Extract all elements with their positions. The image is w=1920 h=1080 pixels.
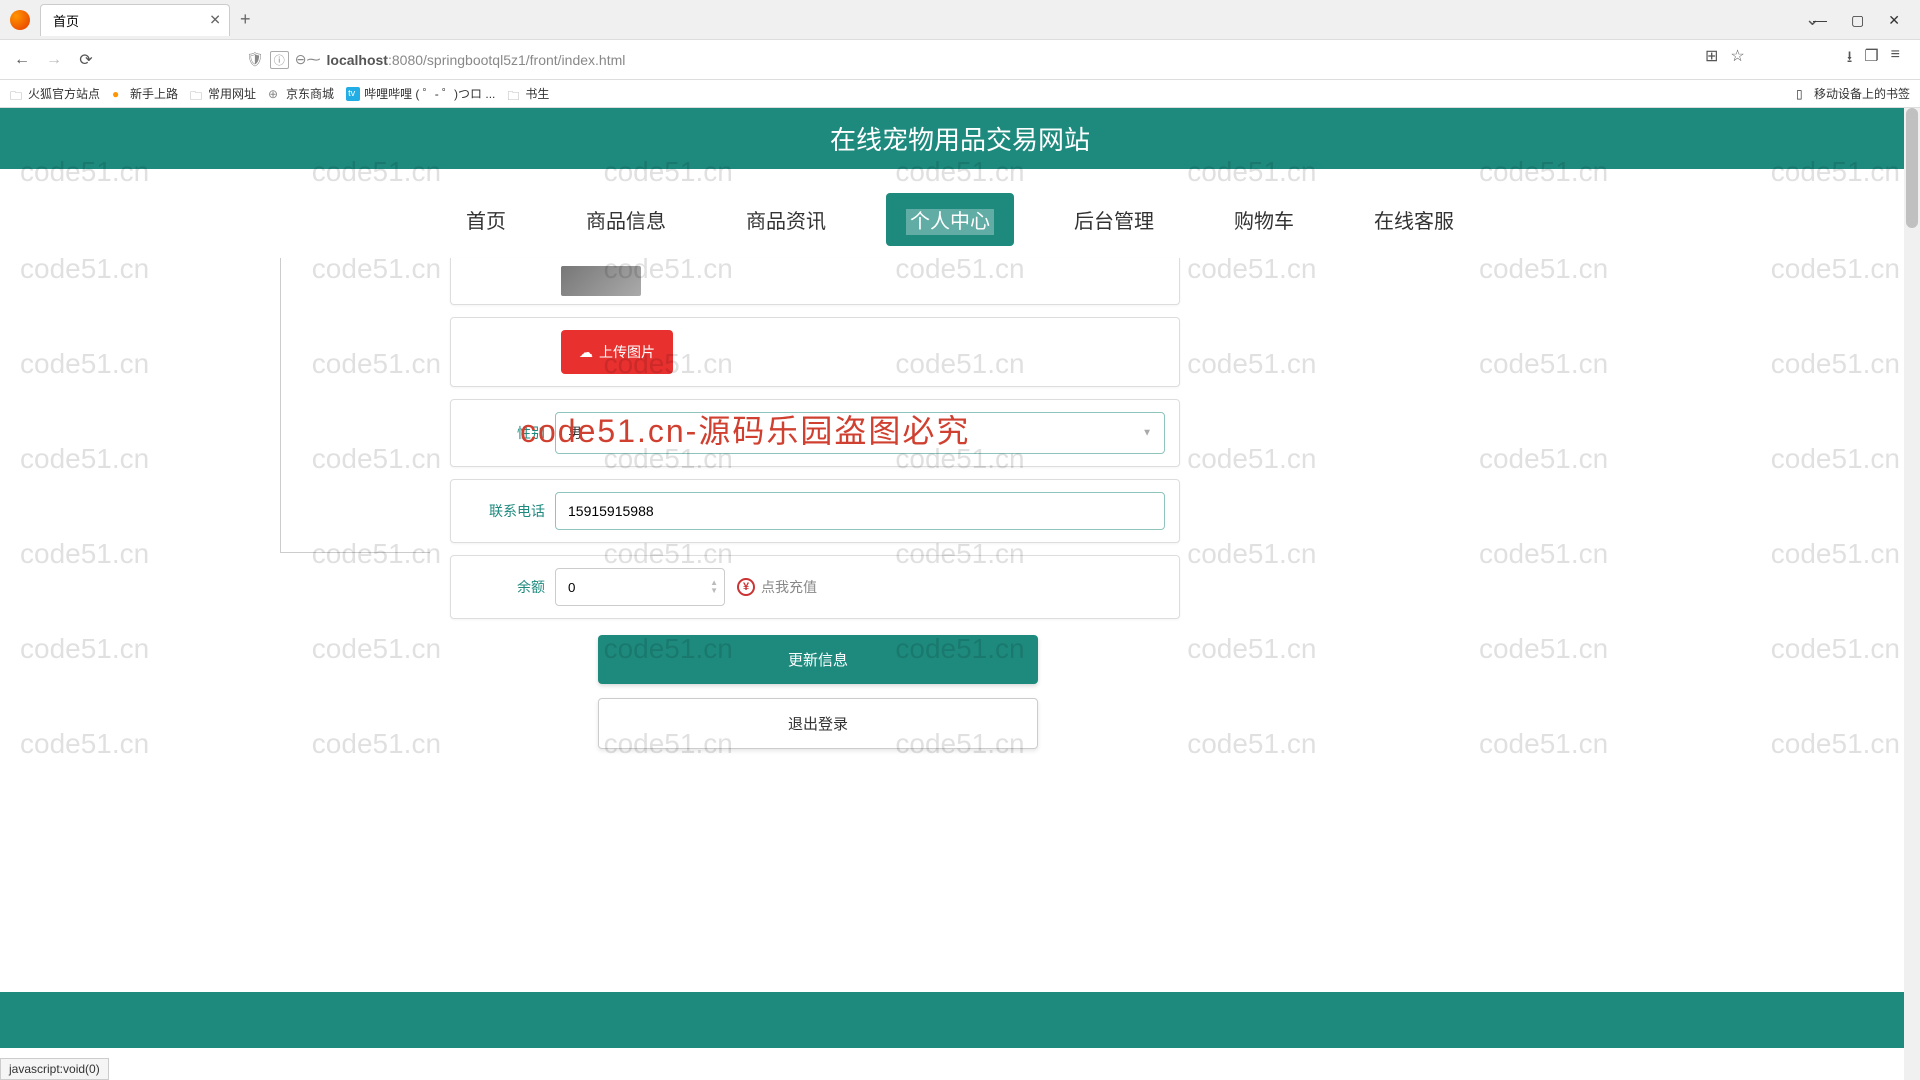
watermark-row: code51.cncode51.cncode51.cncode51.cncode…	[0, 348, 1920, 380]
site-title: 在线宠物用品交易网站	[830, 125, 1090, 155]
yen-icon: ¥	[737, 578, 755, 596]
watermark-row: code51.cncode51.cncode51.cncode51.cncode…	[0, 253, 1920, 285]
bookmark-item[interactable]: ⊕京东商城	[268, 85, 334, 102]
firefox-icon	[10, 10, 30, 30]
url-path: /springbootql5z1/front/index.html	[423, 52, 625, 68]
new-tab-button[interactable]: +	[240, 9, 251, 30]
bookmark-item[interactable]: 🗀常用网址	[190, 85, 256, 102]
close-window-icon[interactable]: ✕	[1888, 12, 1900, 29]
balance-input-wrapper: ▲▼	[555, 568, 725, 606]
tab-title: 首页	[53, 14, 79, 29]
bookmark-item[interactable]: 🗀火狐官方站点	[10, 85, 100, 102]
reload-icon[interactable]: ⟳	[74, 48, 98, 72]
mobile-bookmarks[interactable]: ▯移动设备上的书签	[1796, 85, 1910, 102]
balance-input[interactable]	[568, 580, 683, 595]
watermark-row: code51.cncode51.cncode51.cncode51.cncode…	[0, 156, 1920, 188]
menu-icon[interactable]: ≡	[1891, 46, 1900, 73]
permission-icon: ⊖⁓	[295, 51, 321, 68]
gender-label: 性别	[465, 423, 555, 443]
nav-products[interactable]: 商品信息	[566, 193, 686, 246]
side-frame	[280, 258, 430, 553]
nav-service[interactable]: 在线客服	[1354, 193, 1474, 246]
chevron-down-icon: ▼	[1142, 428, 1152, 439]
close-icon[interactable]: ✕	[209, 12, 221, 29]
watermark-row: code51.cncode51.cncode51.cncode51.cncode…	[0, 633, 1920, 665]
window-controls: — ▢ ✕	[1813, 0, 1920, 40]
url-host: localhost	[327, 52, 388, 68]
status-bar: javascript:void(0)	[0, 1058, 109, 1080]
phone-input[interactable]	[568, 503, 1152, 519]
number-spinner[interactable]: ▲▼	[710, 579, 718, 595]
shield-icon: 🛡	[246, 51, 264, 68]
address-bar: ← → ⟳ 🛡 ⓘ ⊖⁓ localhost:8080/springbootql…	[0, 40, 1920, 80]
bookmark-item[interactable]: ●新手上路	[112, 85, 178, 102]
balance-label: 余额	[465, 577, 555, 597]
watermark-row: code51.cncode51.cncode51.cncode51.cncode…	[0, 538, 1920, 570]
recharge-link[interactable]: ¥ 点我充值	[737, 577, 817, 597]
phone-card: 联系电话	[450, 479, 1180, 543]
page-viewport: 在线宠物用品交易网站 首页 商品信息 商品资讯 个人中心 后台管理 购物车 在线…	[0, 108, 1920, 1080]
nav-cart[interactable]: 购物车	[1214, 193, 1314, 246]
nav-home[interactable]: 首页	[446, 193, 526, 246]
download-icon[interactable]: ⭳	[1847, 46, 1853, 73]
url-field[interactable]: 🛡 ⓘ ⊖⁓ localhost:8080/springbootql5z1/fr…	[106, 51, 1697, 69]
phone-label: 联系电话	[465, 501, 555, 521]
nav-profile[interactable]: 个人中心	[886, 193, 1014, 246]
minimize-icon[interactable]: —	[1813, 12, 1827, 28]
bookmarks-bar: 🗀火狐官方站点 ●新手上路 🗀常用网址 ⊕京东商城 tv哔哩哔哩 ( ゜- ゜)…	[0, 80, 1920, 108]
qr-icon[interactable]: ⊞	[1705, 46, 1718, 73]
phone-input-wrapper	[555, 492, 1165, 530]
browser-tab-bar: 首页 ✕ + ⌄ — ▢ ✕	[0, 0, 1920, 40]
content-area: ☁ 上传图片 性别 男 ▼ 联系电话 余额	[0, 258, 1920, 749]
info-icon: ⓘ	[270, 51, 289, 69]
extensions-icon[interactable]: ❐	[1864, 46, 1878, 73]
nav-news[interactable]: 商品资讯	[726, 193, 846, 246]
watermark-row: code51.cncode51.cncode51.cncode51.cncode…	[0, 443, 1920, 475]
url-port: :8080	[388, 52, 423, 68]
maximize-icon[interactable]: ▢	[1851, 12, 1864, 29]
bookmark-item[interactable]: tv哔哩哔哩 ( ゜- ゜)つロ ...	[346, 85, 495, 102]
forward-icon[interactable]: →	[42, 48, 66, 72]
watermark-row: code51.cncode51.cncode51.cncode51.cncode…	[0, 728, 1920, 760]
footer	[0, 992, 1904, 1048]
browser-tab[interactable]: 首页 ✕	[40, 4, 230, 36]
bookmark-item[interactable]: 🗀书生	[507, 85, 549, 102]
back-icon[interactable]: ←	[10, 48, 34, 72]
nav-admin[interactable]: 后台管理	[1054, 193, 1174, 246]
bookmark-star-icon[interactable]: ☆	[1730, 46, 1744, 73]
